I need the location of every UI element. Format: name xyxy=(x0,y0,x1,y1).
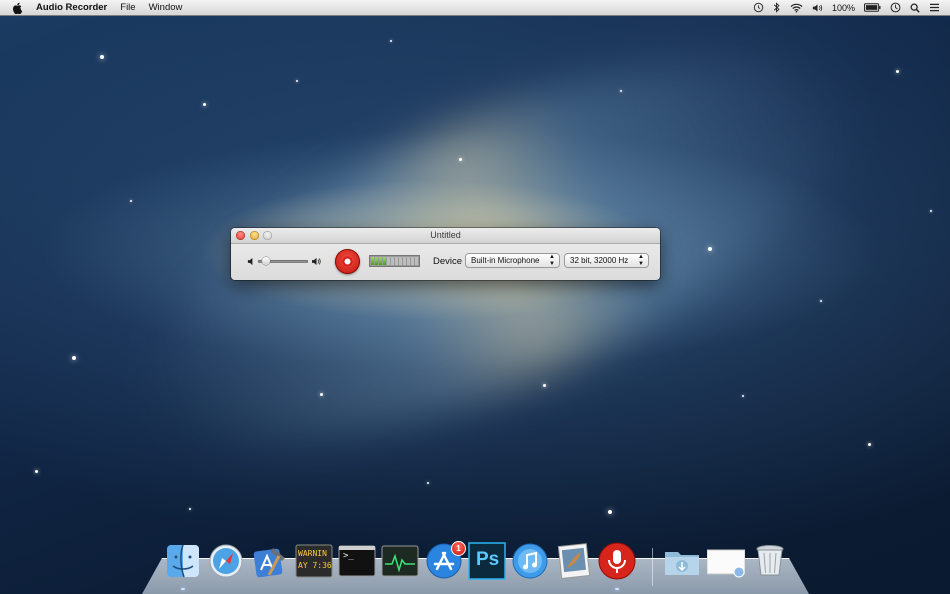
meter-segment xyxy=(411,257,414,265)
format-select[interactable]: 32 bit, 32000 Hz ▲ ▼ xyxy=(565,254,648,267)
clock-icon[interactable] xyxy=(890,2,901,13)
meter-segment xyxy=(375,257,378,265)
dock-divider xyxy=(652,548,653,586)
activity-monitor-icon[interactable] xyxy=(381,542,419,580)
star xyxy=(296,80,298,82)
desktop-wallpaper xyxy=(0,0,950,594)
star xyxy=(72,356,76,360)
meter-segment xyxy=(383,257,386,265)
running-indicator xyxy=(181,588,185,590)
level-meter xyxy=(369,255,420,267)
star xyxy=(608,510,612,514)
battery-icon[interactable] xyxy=(864,3,881,12)
audio-recorder-icon[interactable] xyxy=(598,542,636,590)
menu-app-name[interactable]: Audio Recorder xyxy=(36,2,107,13)
window-titlebar[interactable]: Untitled xyxy=(231,228,660,244)
format-select-value: 32 bit, 32000 Hz xyxy=(570,256,629,265)
xcode-icon[interactable] xyxy=(251,542,289,580)
star xyxy=(320,393,323,396)
device-select[interactable]: Built-in Microphone ▲ ▼ xyxy=(466,254,559,267)
terminal-icon[interactable]: >_ xyxy=(338,542,376,580)
time-machine-icon[interactable] xyxy=(753,2,764,13)
star xyxy=(427,482,429,484)
star xyxy=(203,103,206,106)
meter-segment xyxy=(391,257,394,265)
finder-icon[interactable] xyxy=(164,542,202,590)
photoshop-label: Ps xyxy=(476,549,500,570)
bluetooth-icon[interactable] xyxy=(773,2,781,13)
star xyxy=(708,247,712,251)
photoshop-icon[interactable]: Ps xyxy=(468,542,506,580)
star xyxy=(459,158,462,161)
battery-percentage[interactable]: 100% xyxy=(832,3,855,13)
menu-extras: 100% xyxy=(753,0,940,15)
meter-segment xyxy=(387,257,390,265)
volume-icon[interactable] xyxy=(812,3,823,13)
volume-high-icon xyxy=(312,257,321,266)
meter-segment xyxy=(395,257,398,265)
apple-menu-icon[interactable] xyxy=(12,2,24,14)
preview-icon[interactable] xyxy=(555,542,593,580)
star xyxy=(930,210,932,212)
updown-arrows-icon: ▲ ▼ xyxy=(638,254,644,267)
meter-segment xyxy=(403,257,406,265)
app-store-badge: 1 xyxy=(451,541,466,556)
recorder-window: Untitled Device Built-in Microphone ▲ ▼ 3… xyxy=(231,228,660,280)
menu-window[interactable]: Window xyxy=(149,2,183,13)
device-select-value: Built-in Microphone xyxy=(471,256,540,265)
record-icon xyxy=(342,256,353,267)
list-icon[interactable] xyxy=(929,3,940,12)
spotlight-icon[interactable] xyxy=(910,3,920,13)
meter-segment xyxy=(379,257,382,265)
input-volume-slider-knob[interactable] xyxy=(262,257,271,265)
console-text-line-2: AY 7:36 xyxy=(298,561,332,570)
app-store-icon[interactable]: 1 xyxy=(425,541,466,580)
itunes-icon[interactable] xyxy=(511,542,549,580)
running-indicator xyxy=(615,588,619,590)
star xyxy=(868,443,871,446)
star xyxy=(189,508,191,510)
trash-icon[interactable] xyxy=(751,542,789,580)
terminal-prompt: >_ xyxy=(343,551,354,561)
window-title: Untitled xyxy=(430,230,461,240)
star xyxy=(742,395,744,397)
console-text-line-1: WARNIN xyxy=(298,549,327,558)
document-stack-icon[interactable] xyxy=(707,542,745,580)
safari-icon[interactable] xyxy=(207,542,245,580)
meter-segment xyxy=(399,257,402,265)
device-label: Device xyxy=(433,256,463,267)
meter-segment xyxy=(415,257,418,265)
menu-bar: Audio Recorder File Window 100% xyxy=(0,0,950,16)
star xyxy=(35,470,38,473)
console-icon[interactable]: WARNIN AY 7:36 xyxy=(295,542,333,580)
star xyxy=(543,384,546,387)
star xyxy=(896,70,899,73)
star xyxy=(100,55,104,59)
star xyxy=(620,90,622,92)
star xyxy=(130,200,132,202)
downloads-folder-icon[interactable] xyxy=(663,542,701,580)
meter-segment xyxy=(407,257,410,265)
star xyxy=(820,300,822,302)
meter-segment xyxy=(371,257,374,265)
record-button[interactable] xyxy=(335,249,360,274)
volume-low-icon xyxy=(247,257,253,266)
menu-file[interactable]: File xyxy=(120,2,135,13)
wifi-icon[interactable] xyxy=(790,3,803,13)
updown-arrows-icon: ▲ ▼ xyxy=(549,254,555,267)
star xyxy=(390,40,392,42)
